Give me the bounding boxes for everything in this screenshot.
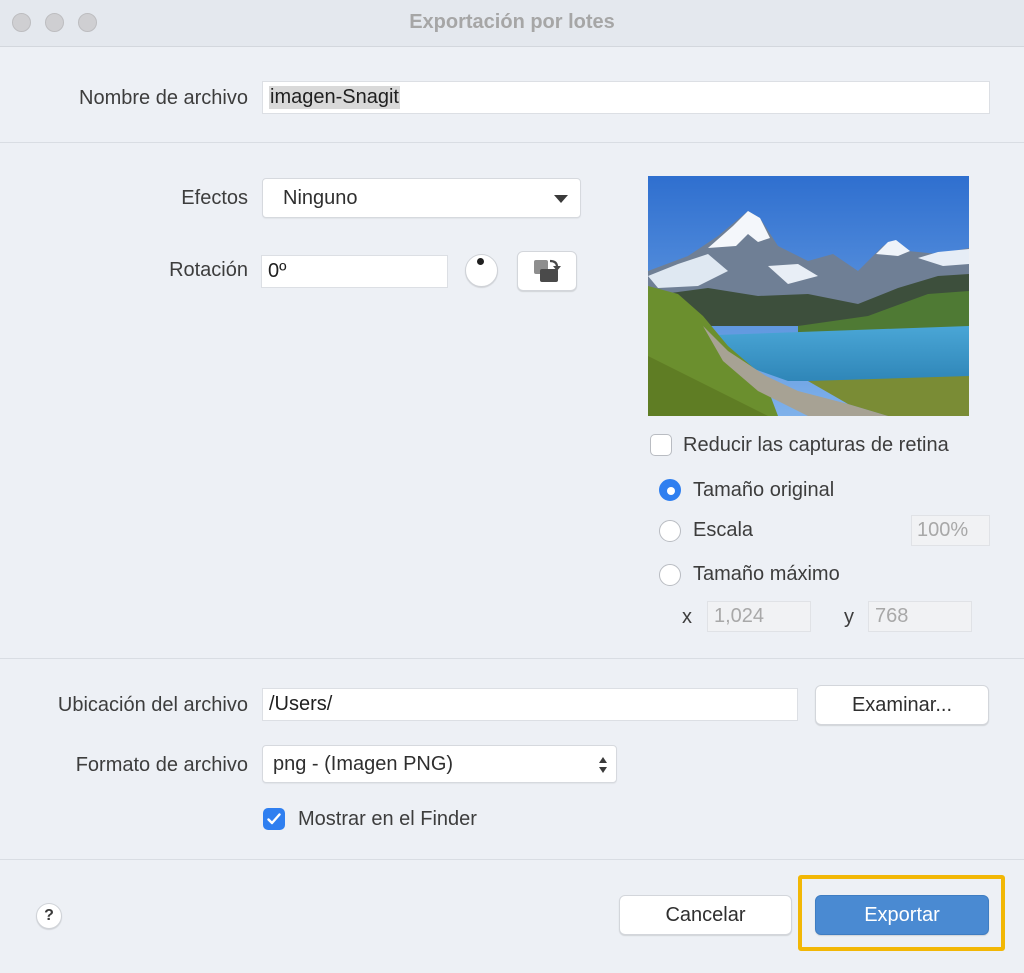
checkmark-icon xyxy=(267,813,281,825)
export-button[interactable]: Exportar xyxy=(815,895,989,935)
separator xyxy=(0,859,1024,860)
scale-input[interactable]: 100% xyxy=(911,515,990,546)
rotation-input[interactable]: 0º xyxy=(261,255,448,288)
chevron-down-icon xyxy=(554,195,568,203)
rotation-value: 0º xyxy=(268,260,287,282)
original-size-label: Tamaño original xyxy=(693,479,835,501)
show-in-finder-label: Mostrar en el Finder xyxy=(298,808,477,830)
max-width-input[interactable]: 1,024 xyxy=(707,601,811,632)
effects-dropdown[interactable]: Ninguno xyxy=(262,178,581,218)
show-in-finder-checkbox[interactable] xyxy=(263,808,285,830)
scale-label: Escala xyxy=(693,519,754,541)
cancel-label: Cancelar xyxy=(665,903,746,926)
filename-value: imagen-Snagit xyxy=(269,86,400,109)
rotate-icon xyxy=(534,259,561,282)
max-height-label: y xyxy=(844,606,854,628)
format-selected: png - (Imagen PNG) xyxy=(273,752,454,775)
retina-label: Reducir las capturas de retina xyxy=(683,434,949,456)
location-value: /Users/ xyxy=(269,693,333,715)
scale-radio[interactable] xyxy=(659,520,681,542)
format-select[interactable]: png - (Imagen PNG) xyxy=(262,745,617,783)
effects-label: Efectos xyxy=(181,187,248,209)
rotation-dial[interactable] xyxy=(465,254,498,287)
preview-image xyxy=(648,176,969,416)
max-size-label: Tamaño máximo xyxy=(693,563,840,585)
cancel-button[interactable]: Cancelar xyxy=(619,895,792,935)
dial-indicator-icon xyxy=(477,258,484,265)
rotate-button[interactable] xyxy=(517,251,577,291)
export-label: Exportar xyxy=(864,903,940,926)
mountain-lake-photo-icon xyxy=(648,176,969,416)
separator xyxy=(0,142,1024,143)
separator xyxy=(0,658,1024,659)
retina-checkbox[interactable] xyxy=(650,434,672,456)
filename-label: Nombre de archivo xyxy=(79,87,248,109)
scale-value: 100% xyxy=(917,519,969,541)
max-size-radio[interactable] xyxy=(659,564,681,586)
original-size-radio[interactable] xyxy=(659,479,681,501)
format-label: Formato de archivo xyxy=(75,754,248,776)
max-width-value: 1,024 xyxy=(714,605,765,627)
browse-label: Examinar... xyxy=(851,693,953,716)
window-title: Exportación por lotes xyxy=(409,11,615,33)
location-input[interactable]: /Users/ xyxy=(262,688,798,721)
title-bar: Exportación por lotes xyxy=(0,0,1024,47)
filename-input[interactable]: imagen-Snagit xyxy=(262,81,990,114)
location-label: Ubicación del archivo xyxy=(57,694,248,716)
max-height-input[interactable]: 768 xyxy=(868,601,972,632)
max-height-value: 768 xyxy=(875,605,909,627)
browse-button[interactable]: Examinar... xyxy=(815,685,989,725)
help-button[interactable]: ? xyxy=(36,903,62,929)
help-icon: ? xyxy=(44,907,54,924)
effects-selected: Ninguno xyxy=(283,186,358,209)
stepper-arrows-icon xyxy=(599,757,607,773)
max-width-label: x xyxy=(682,606,692,628)
rotation-label: Rotación xyxy=(169,259,248,281)
